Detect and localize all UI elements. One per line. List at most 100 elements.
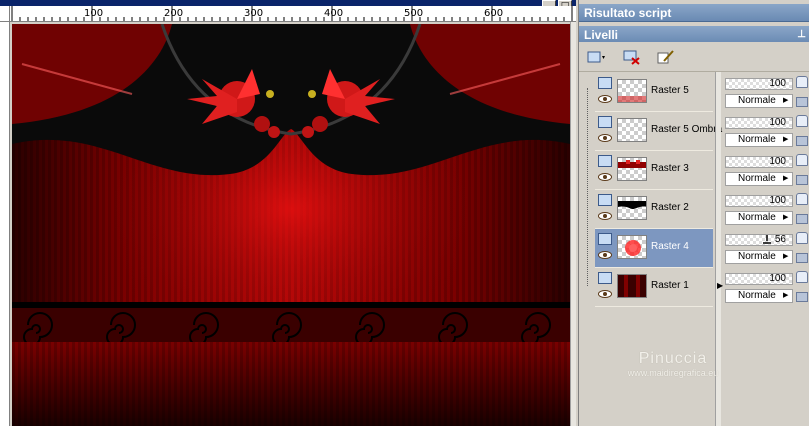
thumb-red-glow: [625, 240, 641, 256]
image-canvas[interactable]: [12, 24, 570, 426]
ruler-vertical: [0, 22, 10, 426]
link-icon[interactable]: [796, 253, 808, 263]
opacity-slider[interactable]: 100: [725, 117, 793, 129]
app-window: _ □ 100 200 300 400 500 600: [0, 0, 809, 426]
link-icon[interactable]: [796, 214, 808, 224]
blend-mode-value: Normale: [738, 251, 776, 262]
layer-type-icon: [598, 272, 612, 284]
blend-mode-select[interactable]: Normale ▶: [725, 133, 793, 147]
layer-row-raster-3[interactable]: Raster 3: [595, 151, 713, 190]
layer-type-icon: [598, 116, 612, 128]
layer-type-icon: [598, 77, 612, 89]
blend-mode-value: Normale: [738, 95, 776, 106]
opacity-slider[interactable]: 100: [725, 195, 793, 207]
layer-thumbnail: [617, 274, 647, 298]
dropdown-arrow-icon: ▶: [783, 253, 789, 260]
layer-properties-button[interactable]: [655, 47, 677, 67]
layer-name: Raster 5: [651, 85, 689, 96]
opacity-value: 56: [774, 234, 786, 245]
layer-name: Raster 2: [651, 202, 689, 213]
opacity-slider[interactable]: 100: [725, 273, 793, 285]
eye-icon[interactable]: [598, 290, 612, 298]
opacity-slider[interactable]: 100: [725, 78, 793, 90]
ruler-label: 500: [404, 8, 424, 19]
eye-icon[interactable]: [598, 251, 612, 259]
new-layer-icon: [587, 51, 605, 63]
lock-icon[interactable]: [796, 232, 808, 244]
lock-icon[interactable]: [796, 193, 808, 205]
canvas-scrollbar[interactable]: [570, 22, 576, 426]
blend-mode-value: Normale: [738, 212, 776, 223]
layer-thumbnail: [617, 79, 647, 103]
opacity-slider[interactable]: 100: [725, 156, 793, 168]
new-layer-button[interactable]: [585, 47, 607, 67]
watermark: Pinuccia www.maidiregrafica.eu: [613, 350, 733, 378]
palette-dock: Risultato script Livelli ⊥ Raster 5 Rast…: [578, 0, 809, 426]
link-icon[interactable]: [796, 136, 808, 146]
eye-icon[interactable]: [598, 95, 612, 103]
dropdown-arrow-icon: ▶: [783, 136, 789, 143]
layer-type-icon: [598, 194, 612, 206]
thumb-red-band: [618, 160, 646, 168]
layer-props-row: 100 Normale ▶: [725, 268, 809, 307]
properties-icon: [657, 50, 674, 64]
opacity-value: 100: [769, 195, 786, 206]
dropdown-arrow-icon: ▶: [783, 175, 789, 182]
link-icon[interactable]: [796, 292, 808, 302]
layer-name: Raster 5 Ombra: [651, 124, 723, 135]
lock-icon[interactable]: [796, 271, 808, 283]
layer-row-raster-2[interactable]: Raster 2: [595, 190, 713, 229]
layer-row-raster-5[interactable]: Raster 5: [595, 73, 713, 112]
layer-props-row: 100 Normale ▶: [725, 73, 809, 112]
thumb-black-swag: [618, 201, 646, 209]
layer-type-icon: [598, 155, 612, 167]
opacity-value: 100: [769, 273, 786, 284]
blend-mode-select[interactable]: Normale ▶: [725, 172, 793, 186]
layers-list: Raster 5 Raster 5 Ombra Raster 3 Raster …: [579, 72, 723, 426]
thumb-curtain: [624, 275, 640, 297]
image-window: _ □ 100 200 300 400 500 600: [0, 0, 576, 426]
dropdown-arrow-icon: ▶: [783, 97, 789, 104]
blend-mode-select[interactable]: Normale ▶: [725, 211, 793, 225]
layer-thumbnail: [617, 118, 647, 142]
eye-icon[interactable]: [598, 173, 612, 181]
delete-layer-button[interactable]: [621, 47, 643, 67]
blend-mode-select[interactable]: Normale ▶: [725, 94, 793, 108]
layer-row-raster-1[interactable]: Raster 1: [595, 268, 713, 307]
layer-props-row: 56 Normale ▶: [725, 229, 809, 268]
layer-thumbnail: [617, 235, 647, 259]
lock-icon[interactable]: [796, 76, 808, 88]
ruler-label: 200: [164, 8, 184, 19]
eye-icon[interactable]: [598, 134, 612, 142]
layer-name: Raster 3: [651, 163, 689, 174]
ruler-horizontal: 100 200 300 400 500 600: [10, 6, 576, 22]
delete-layer-icon: [623, 50, 640, 65]
slider-thumb-icon[interactable]: [762, 235, 772, 245]
expand-arrow-icon[interactable]: ▶: [717, 281, 723, 290]
theatre-curtain-image: [12, 24, 570, 426]
link-icon[interactable]: [796, 97, 808, 107]
dropdown-arrow-icon: ▶: [783, 292, 789, 299]
layer-props-row: 100 Normale ▶: [725, 112, 809, 151]
layer-row-raster-4[interactable]: Raster 4: [595, 229, 713, 268]
blend-mode-select[interactable]: Normale ▶: [725, 250, 793, 264]
opacity-value: 100: [769, 78, 786, 89]
blend-mode-value: Normale: [738, 173, 776, 184]
layer-props-row: 100 Normale ▶: [725, 151, 809, 190]
link-icon[interactable]: [796, 175, 808, 185]
watermark-name: Pinuccia: [638, 350, 708, 367]
ruler-corner: [0, 6, 10, 22]
lock-icon[interactable]: [796, 154, 808, 166]
eye-icon[interactable]: [598, 212, 612, 220]
lock-icon[interactable]: [796, 115, 808, 127]
layer-row-raster-5-ombra[interactable]: Raster 5 Ombra: [595, 112, 722, 151]
blend-mode-value: Normale: [738, 134, 776, 145]
panel-title-text: Livelli: [584, 28, 619, 42]
layer-properties-column: 100 Normale ▶ 100 Normale ▶ 100 Normale ▶ 1…: [725, 72, 809, 426]
dropdown-arrow-icon: ▶: [783, 214, 789, 221]
blend-mode-select[interactable]: Normale ▶: [725, 289, 793, 303]
opacity-value: 100: [769, 117, 786, 128]
opacity-slider[interactable]: 56: [725, 234, 793, 246]
ruler-label: 100: [84, 8, 104, 19]
script-output-panel-title[interactable]: Risultato script: [579, 4, 809, 22]
